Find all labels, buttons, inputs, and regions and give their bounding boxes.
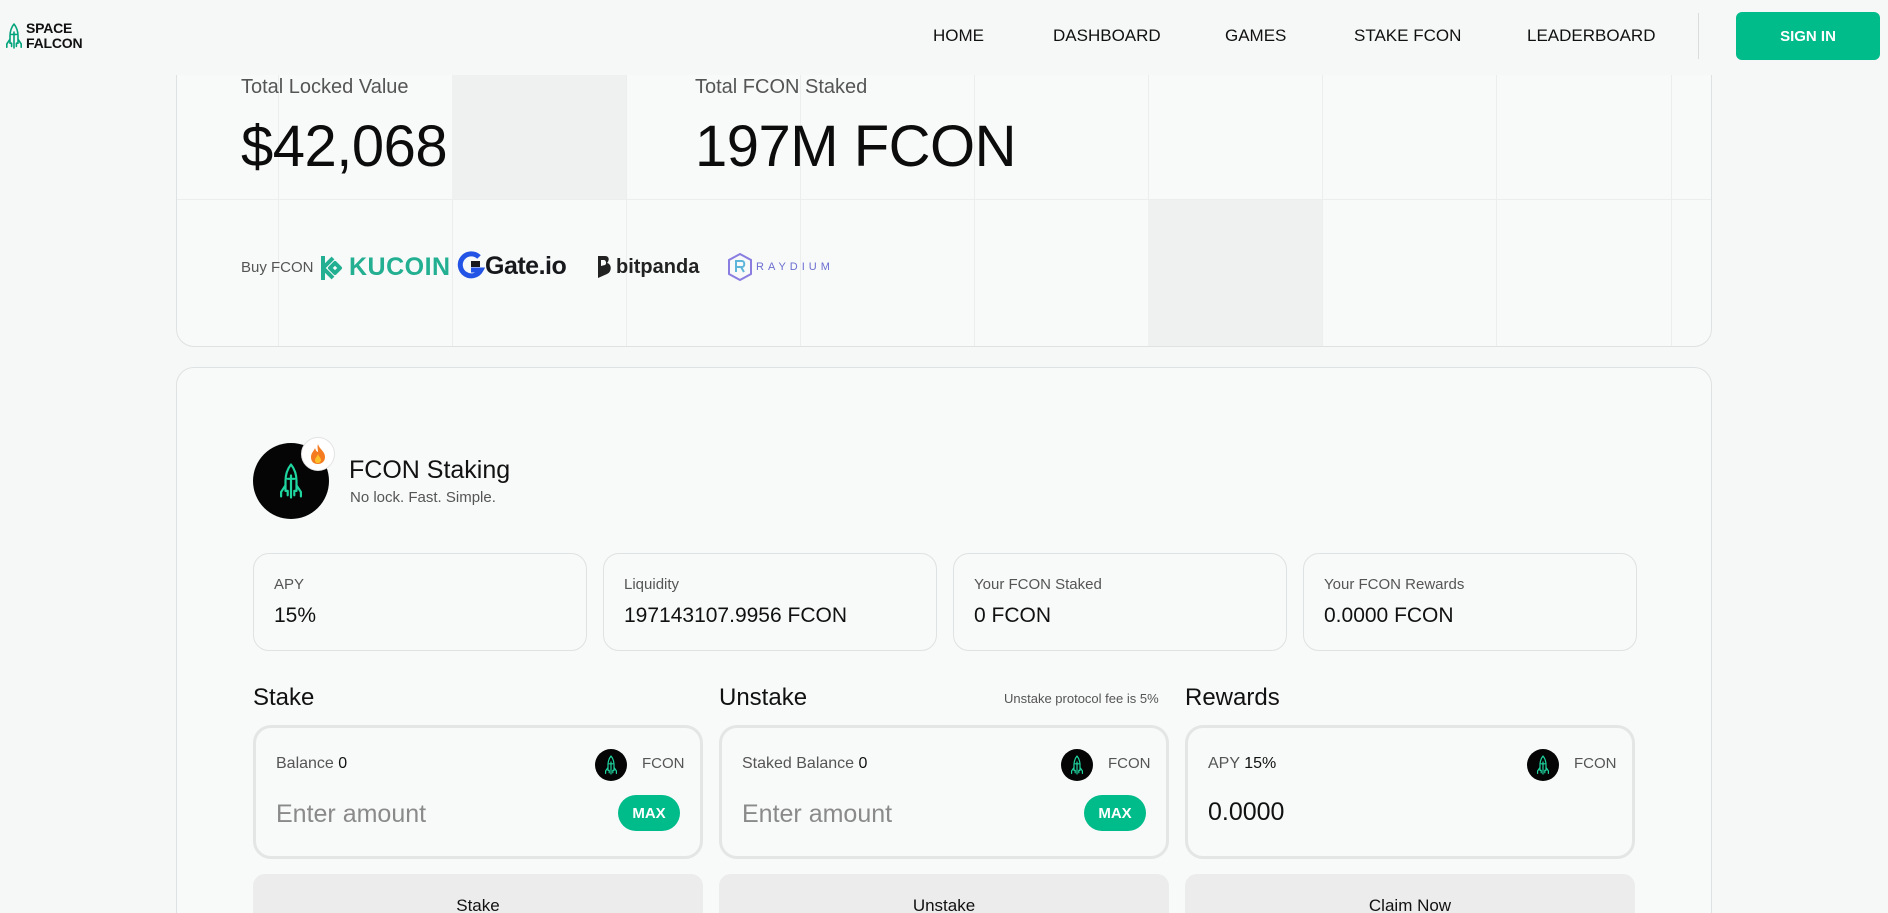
gateio-icon [457, 251, 485, 279]
nav-divider [1698, 13, 1699, 59]
stat-label: Your FCON Rewards [1324, 576, 1465, 593]
fcon-token-icon [1061, 749, 1093, 781]
raydium-icon [728, 252, 752, 282]
sign-in-button[interactable]: SIGN IN [1736, 12, 1880, 60]
buy-fcon-label: Buy FCON [241, 259, 314, 276]
logo-line-1: SPACE [26, 20, 73, 36]
raydium-label: RAYDIUM [756, 261, 834, 273]
fcon-token-icon [595, 749, 627, 781]
your-staked-stat: Your FCON Staked 0 FCON [953, 553, 1287, 651]
apy-value: 15% [1244, 755, 1277, 772]
flame-icon [311, 444, 325, 464]
stat-value: 197143107.9956 FCON [624, 604, 847, 627]
falcon-rocket-icon [6, 19, 22, 53]
stat-value: 15% [274, 604, 317, 627]
staked-value: 197M FCON [695, 114, 1017, 179]
claim-now-button[interactable]: Claim Now [1185, 874, 1635, 913]
nav-home[interactable]: HOME [933, 26, 984, 46]
token-name: FCON [1574, 755, 1617, 772]
apy-stat: APY 15% [253, 553, 587, 651]
pool-subtitle: No lock. Fast. Simple. [350, 489, 496, 506]
stake-button[interactable]: Stake [253, 874, 703, 913]
unstake-input-card: Staked Balance 0 FCON MAX [719, 725, 1169, 859]
balance-value: 0 [338, 755, 348, 772]
gateio-label: Gate.io [485, 251, 567, 280]
tvl-value: $42,068 [241, 114, 448, 179]
balance-label: Staked Balance [742, 755, 855, 772]
stat-label: Liquidity [624, 576, 680, 593]
rewards-amount: 0.0000 [1208, 798, 1285, 826]
kucoin-link[interactable]: KUCOIN [320, 253, 451, 282]
staked-balance: Staked Balance 0 [742, 755, 867, 773]
rewards-apy: APY 15% [1208, 755, 1276, 773]
staked-label: Total FCON Staked [695, 76, 868, 98]
balance-label: Balance [276, 755, 334, 772]
stake-balance: Balance 0 [276, 755, 347, 773]
space-falcon-logo[interactable]: SPACE FALCON [6, 19, 83, 53]
pool-title: FCON Staking [349, 456, 511, 484]
apy-label: APY [1208, 755, 1240, 772]
top-nav-bar: SPACE FALCON HOME DASHBOARD GAMES STAKE … [0, 0, 1888, 75]
token-name: FCON [642, 755, 685, 772]
unstake-amount-input[interactable] [742, 794, 1062, 834]
fcon-token-icon [1527, 749, 1559, 781]
gateio-link[interactable]: Gate.io [457, 251, 567, 281]
staking-card: FCON Staking No lock. Fast. Simple. APY … [176, 367, 1712, 913]
stake-title: Stake [253, 684, 315, 711]
stat-label: APY [274, 576, 305, 593]
stat-value: 0.0000 FCON [1324, 604, 1454, 627]
bitpanda-icon [598, 256, 611, 278]
unstake-max-button[interactable]: MAX [1084, 795, 1146, 831]
logo-line-2: FALCON [26, 35, 83, 51]
kucoin-label: KUCOIN [349, 253, 451, 281]
nav-stake-fcon[interactable]: STAKE FCON [1354, 26, 1461, 46]
your-rewards-stat: Your FCON Rewards 0.0000 FCON [1303, 553, 1637, 651]
liquidity-stat: Liquidity 197143107.9956 FCON [603, 553, 937, 651]
logo-text: SPACE FALCON [26, 20, 83, 51]
stake-amount-input[interactable] [276, 794, 596, 834]
nav-dashboard[interactable]: DASHBOARD [1053, 26, 1161, 46]
stake-input-card: Balance 0 FCON MAX [253, 725, 703, 859]
raydium-link[interactable]: RAYDIUM [727, 252, 834, 282]
unstake-fee-note: Unstake protocol fee is 5% [1004, 691, 1159, 706]
nav-games[interactable]: GAMES [1225, 26, 1286, 46]
rewards-card: APY 15% FCON 0.0000 [1185, 725, 1635, 859]
flame-badge [301, 437, 335, 471]
stat-value: 0 FCON [974, 604, 1052, 627]
bitpanda-label: bitpanda [616, 255, 700, 278]
nav-leaderboard[interactable]: LEADERBOARD [1527, 26, 1655, 46]
rewards-title: Rewards [1185, 684, 1280, 711]
grid-cell [1148, 200, 1322, 346]
falcon-rocket-icon [280, 461, 302, 501]
kucoin-icon [321, 255, 342, 280]
stake-max-button[interactable]: MAX [618, 795, 680, 831]
token-name: FCON [1108, 755, 1151, 772]
bitpanda-link[interactable]: bitpanda [596, 254, 699, 280]
stat-label: Your FCON Staked [974, 576, 1102, 593]
grid-line [177, 199, 1711, 200]
unstake-title: Unstake [719, 684, 808, 711]
tvl-label: Total Locked Value [241, 76, 409, 98]
unstake-button[interactable]: Unstake [719, 874, 1169, 913]
balance-value: 0 [858, 755, 868, 772]
